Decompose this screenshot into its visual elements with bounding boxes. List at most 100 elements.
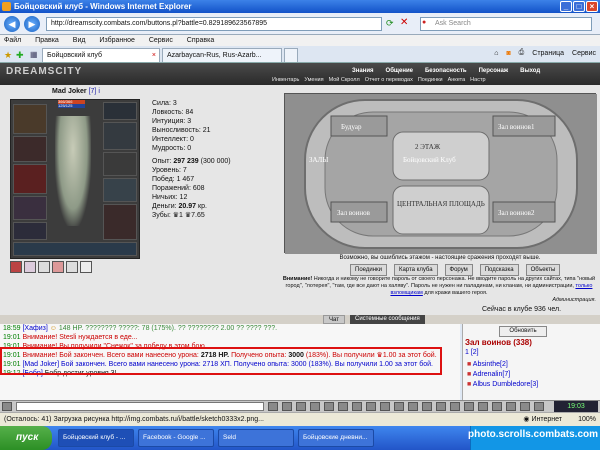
item-slot[interactable] [66,261,78,273]
ring-slots[interactable] [103,102,137,120]
refresh-icon[interactable]: ⟳ [386,18,394,29]
objects-button[interactable]: Объекты [525,264,561,276]
chat-time[interactable]: 18:59 [3,325,21,332]
player-entry[interactable]: ■ Albus Dumbledore[3] [467,380,538,389]
print-icon[interactable]: ⎙ [519,49,525,57]
character-nick[interactable]: Mad Joker [52,88,87,95]
hint-button[interactable]: Подсказка [479,264,519,276]
legs-slot[interactable] [103,178,137,202]
toolbar-icon[interactable] [324,402,334,411]
tab-combats[interactable]: Бойцовский клуб × [42,48,160,62]
toolbar-icon[interactable] [366,402,376,411]
zoom-level[interactable]: 100% [578,413,596,427]
home-icon[interactable]: ⌂ [494,50,498,57]
nav-exit[interactable]: Выход [520,68,540,74]
menu-view[interactable]: Вид [73,37,86,44]
map-label-hall1[interactable]: Зал воинов1 [498,123,535,131]
toolbar-icon[interactable] [352,402,362,411]
add-favorite-icon[interactable]: ✚ [16,50,24,61]
forum-button[interactable]: Форум [444,264,473,276]
subnav-skills[interactable]: Умения [304,77,323,83]
feeds-icon[interactable]: ◙ [506,50,510,57]
belt-slot[interactable] [13,196,47,220]
nav-security[interactable]: Безопасность [425,68,467,74]
system-messages-tab[interactable]: Системные сообщения [350,315,425,324]
toolbar-icon[interactable] [506,402,516,411]
subnav-fights[interactable]: Поединки [418,77,443,83]
club-map[interactable]: Будуар Зал воинов1 2 ЭТАЖ Бойцовский Клу… [284,93,597,254]
toolbar-icon[interactable] [422,402,432,411]
address-input[interactable]: http://dreamscity.combats.com/buttons.pl… [46,17,382,31]
toolbar-icon[interactable] [492,402,502,411]
player-entry[interactable]: ■ Absinthe[2] [467,360,508,369]
menu-file[interactable]: Файл [4,37,21,44]
task-facebook[interactable]: Facebook - Google ... [138,429,214,447]
maximize-button[interactable]: □ [573,1,585,12]
task-combats[interactable]: Бойцовский клуб - ... [58,429,134,447]
armor-slot[interactable] [13,164,47,194]
room-pages[interactable]: 1 [2] [465,349,479,356]
map-label-hall[interactable]: Зал воинов [337,209,371,217]
tab-azerbaijan[interactable]: Azarbaycan-Rus, Rus-Azarb... [162,48,282,62]
map-label-2nd-floor[interactable]: 2 ЭТАЖ [415,143,441,151]
search-input[interactable]: Ask Search [420,17,592,31]
item-slot[interactable] [80,261,92,273]
toolbar-icon[interactable] [450,402,460,411]
toolbar-icon[interactable] [394,402,404,411]
item-slot[interactable] [38,261,50,273]
nav-character[interactable]: Персонаж [479,68,509,74]
toolbar-icon[interactable] [408,402,418,411]
bracer-slot[interactable] [103,122,137,150]
character-info-icon[interactable]: i [98,88,100,95]
toolbar-icon[interactable] [296,402,306,411]
forward-icon[interactable]: ▶ [24,16,40,32]
menu-tools[interactable]: Сервис [149,37,173,44]
toolbar-icon[interactable] [436,402,446,411]
map-label-square[interactable]: ЦЕНТРАЛЬНАЯ ПЛОЩАДЬ [397,200,485,208]
subnav-settings[interactable]: Настр [470,77,485,83]
item-slot[interactable] [52,261,64,273]
nav-communication[interactable]: Общение [386,68,413,74]
chat-mode-icon[interactable] [2,402,12,411]
potion-slot[interactable] [10,261,22,273]
player-name[interactable]: Albus Dumbledore[3] [473,381,538,388]
tab-list-icon[interactable]: ▦ [30,50,38,59]
item-slot[interactable] [24,261,36,273]
start-button[interactable]: пуск [0,426,52,450]
map-label-boudoir[interactable]: Будуар [341,123,362,131]
tab-close-icon[interactable]: × [152,49,156,62]
map-label-club[interactable]: Бойцовский Клуб [403,156,456,164]
toolbar-icon[interactable] [380,402,390,411]
player-entry[interactable]: ■ Adrenalin[7] [467,370,510,379]
chat-tab[interactable]: Чат [323,315,345,324]
chat-input[interactable] [16,402,264,411]
player-name[interactable]: Absinthe[2] [473,361,508,368]
weapon-slot[interactable] [13,136,47,162]
subnav-transfers[interactable]: Отчет о переводах [365,77,413,83]
minimize-button[interactable]: _ [560,1,572,12]
map-label-hall2[interactable]: Зал воинов2 [498,209,535,217]
toolbar-icon[interactable] [478,402,488,411]
toolbar-icon[interactable] [338,402,348,411]
shield-slot[interactable] [103,152,137,176]
send-icon[interactable] [268,402,278,411]
subnav-scroll[interactable]: Мой Скролл [329,77,360,83]
refresh-button[interactable]: Обновить [499,326,547,337]
chat-time[interactable]: 19:01 [3,334,21,341]
player-name[interactable]: Adrenalin[7] [473,371,510,378]
menu-favorites[interactable]: Избранное [99,37,134,44]
toolbar-icon[interactable] [520,402,530,411]
menu-edit[interactable]: Правка [35,37,59,44]
back-icon[interactable]: ◀ [4,16,20,32]
subnav-profile[interactable]: Анкета [448,77,466,83]
toolbar-icon[interactable] [534,402,544,411]
toolbar-icon[interactable] [464,402,474,411]
fights-button[interactable]: Поединки [350,264,387,276]
task-seld[interactable]: Seld [218,429,294,447]
new-tab-button[interactable] [284,48,298,62]
menu-help[interactable]: Справка [187,37,214,44]
helmet-slot[interactable] [13,104,47,134]
club-map-button[interactable]: Карта клуба [393,264,438,276]
subnav-inventory[interactable]: Инвентарь [272,77,299,83]
toolbar-icon[interactable] [282,402,292,411]
